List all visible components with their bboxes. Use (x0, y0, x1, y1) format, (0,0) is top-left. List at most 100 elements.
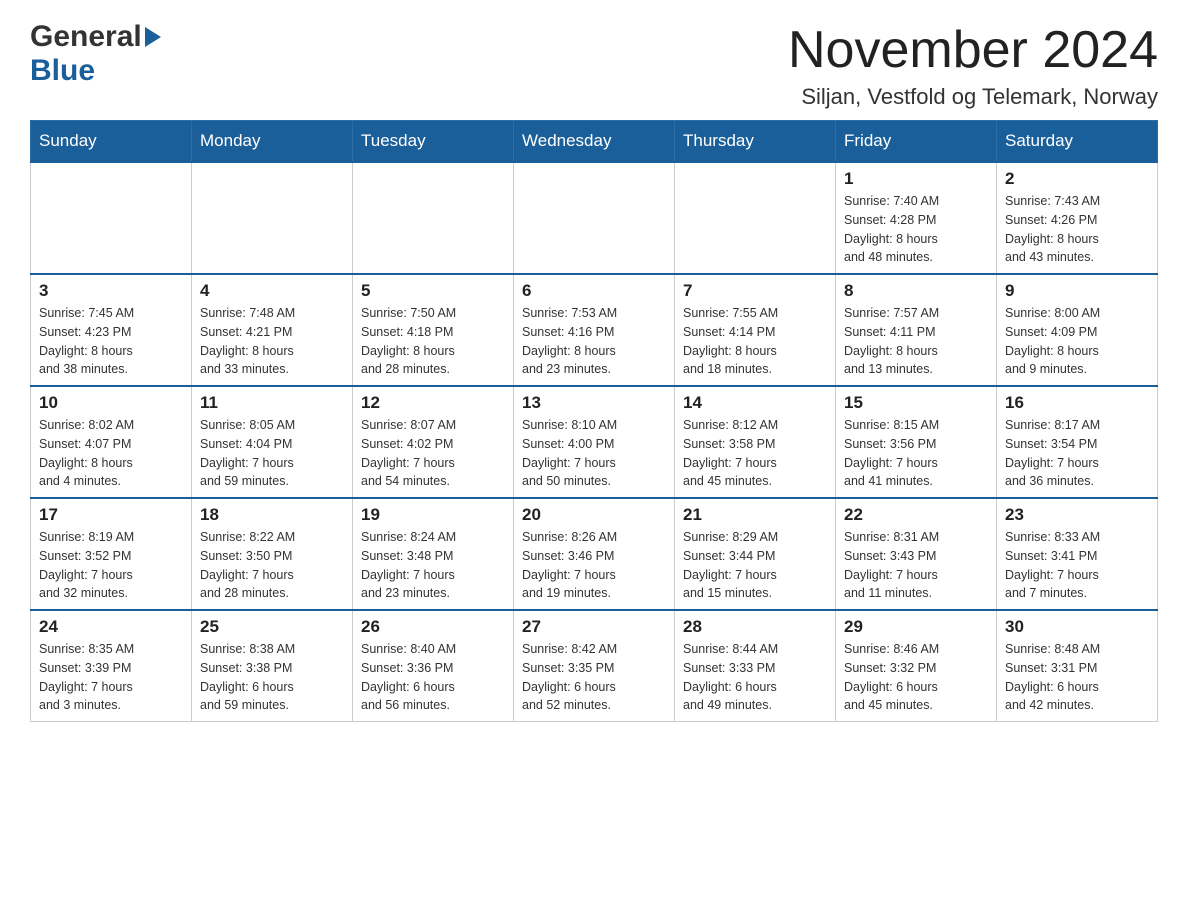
calendar-day-cell: 10 Sunrise: 8:02 AM Sunset: 4:07 PM Dayli… (31, 386, 192, 498)
day-info: Sunrise: 8:35 AM Sunset: 3:39 PM Dayligh… (39, 640, 183, 715)
calendar-day-cell: 27 Sunrise: 8:42 AM Sunset: 3:35 PM Dayli… (514, 610, 675, 722)
logo: General Blue (30, 20, 161, 88)
day-info: Sunrise: 8:22 AM Sunset: 3:50 PM Dayligh… (200, 528, 344, 603)
calendar-day-cell: 23 Sunrise: 8:33 AM Sunset: 3:41 PM Dayli… (997, 498, 1158, 610)
day-info: Sunrise: 7:40 AM Sunset: 4:28 PM Dayligh… (844, 192, 988, 267)
calendar-day-cell: 11 Sunrise: 8:05 AM Sunset: 4:04 PM Dayli… (192, 386, 353, 498)
calendar-week-row: 17 Sunrise: 8:19 AM Sunset: 3:52 PM Dayli… (31, 498, 1158, 610)
day-info: Sunrise: 8:31 AM Sunset: 3:43 PM Dayligh… (844, 528, 988, 603)
day-info: Sunrise: 8:33 AM Sunset: 3:41 PM Dayligh… (1005, 528, 1149, 603)
day-number: 21 (683, 505, 827, 525)
day-number: 19 (361, 505, 505, 525)
day-info: Sunrise: 8:02 AM Sunset: 4:07 PM Dayligh… (39, 416, 183, 491)
day-info: Sunrise: 7:48 AM Sunset: 4:21 PM Dayligh… (200, 304, 344, 379)
day-info: Sunrise: 8:15 AM Sunset: 3:56 PM Dayligh… (844, 416, 988, 491)
day-info: Sunrise: 7:43 AM Sunset: 4:26 PM Dayligh… (1005, 192, 1149, 267)
logo-general-text: General (30, 20, 142, 54)
day-number: 14 (683, 393, 827, 413)
calendar-day-cell: 24 Sunrise: 8:35 AM Sunset: 3:39 PM Dayli… (31, 610, 192, 722)
day-info: Sunrise: 7:45 AM Sunset: 4:23 PM Dayligh… (39, 304, 183, 379)
day-number: 15 (844, 393, 988, 413)
day-number: 9 (1005, 281, 1149, 301)
calendar-week-row: 1 Sunrise: 7:40 AM Sunset: 4:28 PM Daylig… (31, 162, 1158, 274)
calendar-day-cell: 12 Sunrise: 8:07 AM Sunset: 4:02 PM Dayli… (353, 386, 514, 498)
day-info: Sunrise: 8:05 AM Sunset: 4:04 PM Dayligh… (200, 416, 344, 491)
day-info: Sunrise: 8:29 AM Sunset: 3:44 PM Dayligh… (683, 528, 827, 603)
day-info: Sunrise: 8:10 AM Sunset: 4:00 PM Dayligh… (522, 416, 666, 491)
day-info: Sunrise: 8:12 AM Sunset: 3:58 PM Dayligh… (683, 416, 827, 491)
day-number: 30 (1005, 617, 1149, 637)
calendar-day-cell: 4 Sunrise: 7:48 AM Sunset: 4:21 PM Daylig… (192, 274, 353, 386)
day-info: Sunrise: 8:48 AM Sunset: 3:31 PM Dayligh… (1005, 640, 1149, 715)
day-info: Sunrise: 7:55 AM Sunset: 4:14 PM Dayligh… (683, 304, 827, 379)
calendar-day-cell: 26Sunrise: 8:40 AM Sunset: 3:36 PM Dayli… (353, 610, 514, 722)
title-block: November 2024 Siljan, Vestfold og Telema… (788, 20, 1158, 110)
day-info: Sunrise: 8:38 AM Sunset: 3:38 PM Dayligh… (200, 640, 344, 715)
day-number: 11 (200, 393, 344, 413)
day-number: 10 (39, 393, 183, 413)
calendar-day-cell: 28 Sunrise: 8:44 AM Sunset: 3:33 PM Dayli… (675, 610, 836, 722)
day-info: Sunrise: 8:26 AM Sunset: 3:46 PM Dayligh… (522, 528, 666, 603)
calendar-day-cell: 3Sunrise: 7:45 AM Sunset: 4:23 PM Daylig… (31, 274, 192, 386)
calendar-day-cell: 13 Sunrise: 8:10 AM Sunset: 4:00 PM Dayli… (514, 386, 675, 498)
calendar-weekday-header: Wednesday (514, 121, 675, 163)
calendar-weekday-header: Thursday (675, 121, 836, 163)
day-number: 12 (361, 393, 505, 413)
calendar-day-cell: 9 Sunrise: 8:00 AM Sunset: 4:09 PM Daylig… (997, 274, 1158, 386)
day-number: 27 (522, 617, 666, 637)
day-info: Sunrise: 7:53 AM Sunset: 4:16 PM Dayligh… (522, 304, 666, 379)
day-number: 6 (522, 281, 666, 301)
day-number: 23 (1005, 505, 1149, 525)
calendar-header-row: SundayMondayTuesdayWednesdayThursdayFrid… (31, 121, 1158, 163)
day-number: 24 (39, 617, 183, 637)
calendar-day-cell: 20 Sunrise: 8:26 AM Sunset: 3:46 PM Dayli… (514, 498, 675, 610)
logo-arrow-icon (145, 27, 161, 47)
day-number: 22 (844, 505, 988, 525)
day-number: 26 (361, 617, 505, 637)
calendar-weekday-header: Friday (836, 121, 997, 163)
day-info: Sunrise: 7:57 AM Sunset: 4:11 PM Dayligh… (844, 304, 988, 379)
day-number: 4 (200, 281, 344, 301)
calendar-day-cell: 18 Sunrise: 8:22 AM Sunset: 3:50 PM Dayli… (192, 498, 353, 610)
day-info: Sunrise: 8:42 AM Sunset: 3:35 PM Dayligh… (522, 640, 666, 715)
day-number: 18 (200, 505, 344, 525)
day-info: Sunrise: 8:44 AM Sunset: 3:33 PM Dayligh… (683, 640, 827, 715)
day-number: 25 (200, 617, 344, 637)
day-number: 5 (361, 281, 505, 301)
calendar-day-cell: 29Sunrise: 8:46 AM Sunset: 3:32 PM Dayli… (836, 610, 997, 722)
main-title: November 2024 (788, 20, 1158, 80)
calendar-day-cell: 19 Sunrise: 8:24 AM Sunset: 3:48 PM Dayli… (353, 498, 514, 610)
day-number: 29 (844, 617, 988, 637)
day-info: Sunrise: 8:17 AM Sunset: 3:54 PM Dayligh… (1005, 416, 1149, 491)
calendar-day-cell: 14 Sunrise: 8:12 AM Sunset: 3:58 PM Dayli… (675, 386, 836, 498)
calendar-day-cell (31, 162, 192, 274)
day-info: Sunrise: 8:00 AM Sunset: 4:09 PM Dayligh… (1005, 304, 1149, 379)
day-info: Sunrise: 8:07 AM Sunset: 4:02 PM Dayligh… (361, 416, 505, 491)
calendar-day-cell (675, 162, 836, 274)
day-number: 13 (522, 393, 666, 413)
calendar-day-cell: 22 Sunrise: 8:31 AM Sunset: 3:43 PM Dayli… (836, 498, 997, 610)
day-number: 8 (844, 281, 988, 301)
day-number: 17 (39, 505, 183, 525)
calendar-day-cell: 6 Sunrise: 7:53 AM Sunset: 4:16 PM Daylig… (514, 274, 675, 386)
calendar-weekday-header: Saturday (997, 121, 1158, 163)
page-header: General Blue November 2024 Siljan, Vestf… (30, 20, 1158, 110)
logo-blue-text: Blue (30, 54, 95, 88)
calendar-day-cell: 2Sunrise: 7:43 AM Sunset: 4:26 PM Daylig… (997, 162, 1158, 274)
calendar-day-cell: 5Sunrise: 7:50 AM Sunset: 4:18 PM Daylig… (353, 274, 514, 386)
day-number: 1 (844, 169, 988, 189)
day-number: 20 (522, 505, 666, 525)
day-number: 28 (683, 617, 827, 637)
day-info: Sunrise: 8:19 AM Sunset: 3:52 PM Dayligh… (39, 528, 183, 603)
calendar-day-cell: 21 Sunrise: 8:29 AM Sunset: 3:44 PM Dayli… (675, 498, 836, 610)
calendar-weekday-header: Tuesday (353, 121, 514, 163)
day-number: 16 (1005, 393, 1149, 413)
day-info: Sunrise: 8:24 AM Sunset: 3:48 PM Dayligh… (361, 528, 505, 603)
calendar-day-cell (192, 162, 353, 274)
calendar-day-cell (514, 162, 675, 274)
subtitle: Siljan, Vestfold og Telemark, Norway (788, 84, 1158, 110)
calendar-day-cell: 30 Sunrise: 8:48 AM Sunset: 3:31 PM Dayli… (997, 610, 1158, 722)
calendar-day-cell: 16 Sunrise: 8:17 AM Sunset: 3:54 PM Dayli… (997, 386, 1158, 498)
calendar-day-cell: 7Sunrise: 7:55 AM Sunset: 4:14 PM Daylig… (675, 274, 836, 386)
calendar-day-cell: 15 Sunrise: 8:15 AM Sunset: 3:56 PM Dayli… (836, 386, 997, 498)
